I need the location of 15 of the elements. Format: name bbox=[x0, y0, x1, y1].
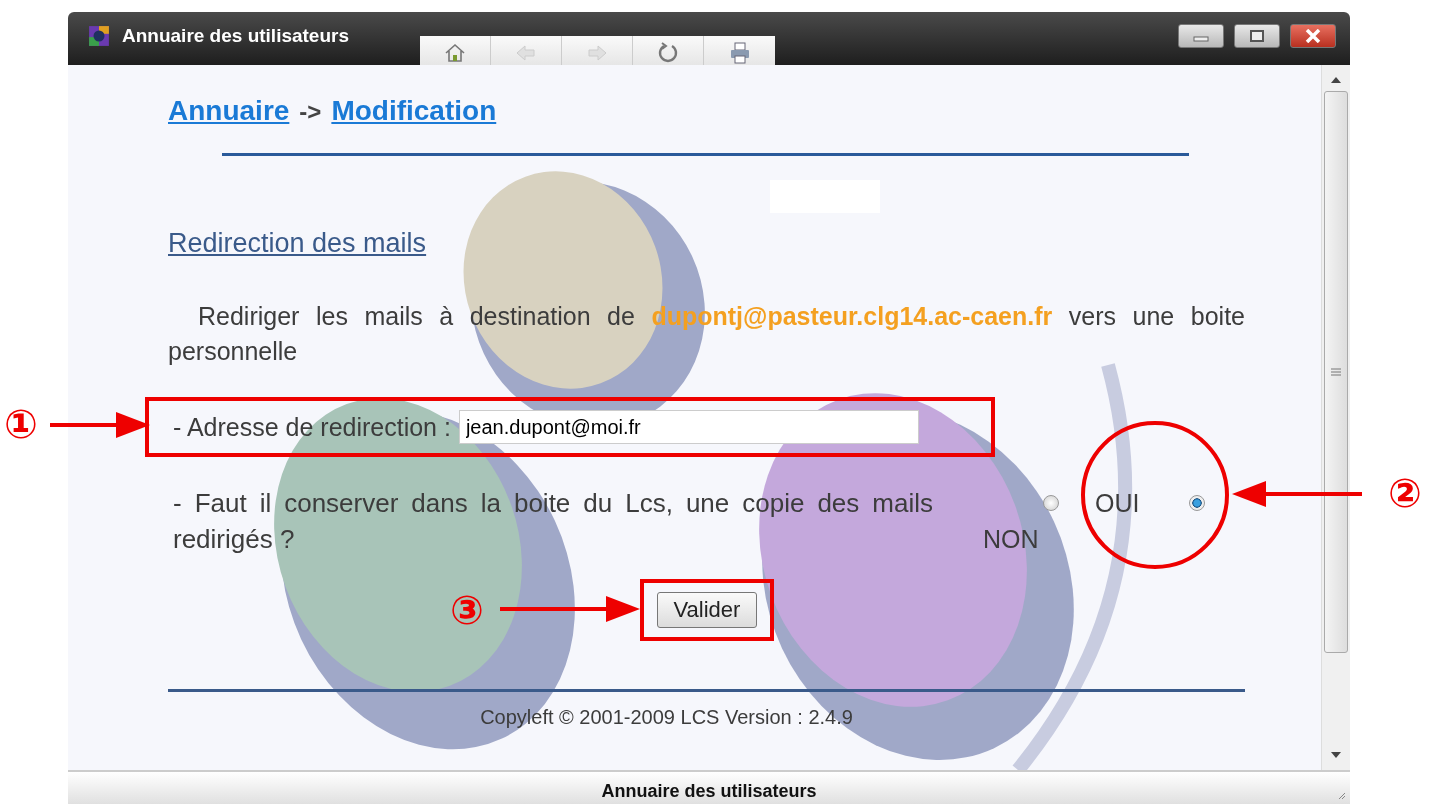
intro-text: Rediriger les mails à destination de dupontj@pasteur.clg14.ac-caen.fr vers une boite personnelle bbox=[168, 301, 1245, 367]
radio-label: NON bbox=[983, 524, 1039, 555]
radio-label: OUI bbox=[1095, 488, 1140, 519]
status-text: Annuaire des utilisateurs bbox=[601, 781, 817, 802]
breadcrumb-separator: -> bbox=[299, 98, 322, 126]
callout-number: ② bbox=[1388, 473, 1422, 513]
callout-number: ③ bbox=[450, 590, 484, 630]
callout-number: ① bbox=[4, 404, 38, 444]
field-label: - Adresse de redirection : bbox=[173, 412, 451, 442]
section-title: Redirection des mails bbox=[168, 228, 427, 259]
submit-button[interactable]: Valider bbox=[656, 592, 758, 628]
input-field[interactable]: jean.dupont@moi.fr bbox=[458, 410, 919, 444]
breadcrumb-link[interactable]: Modification bbox=[331, 95, 497, 127]
window-title: Annuaire des utilisateurs bbox=[122, 24, 349, 47]
breadcrumb-link[interactable]: Annuaire bbox=[168, 95, 290, 127]
